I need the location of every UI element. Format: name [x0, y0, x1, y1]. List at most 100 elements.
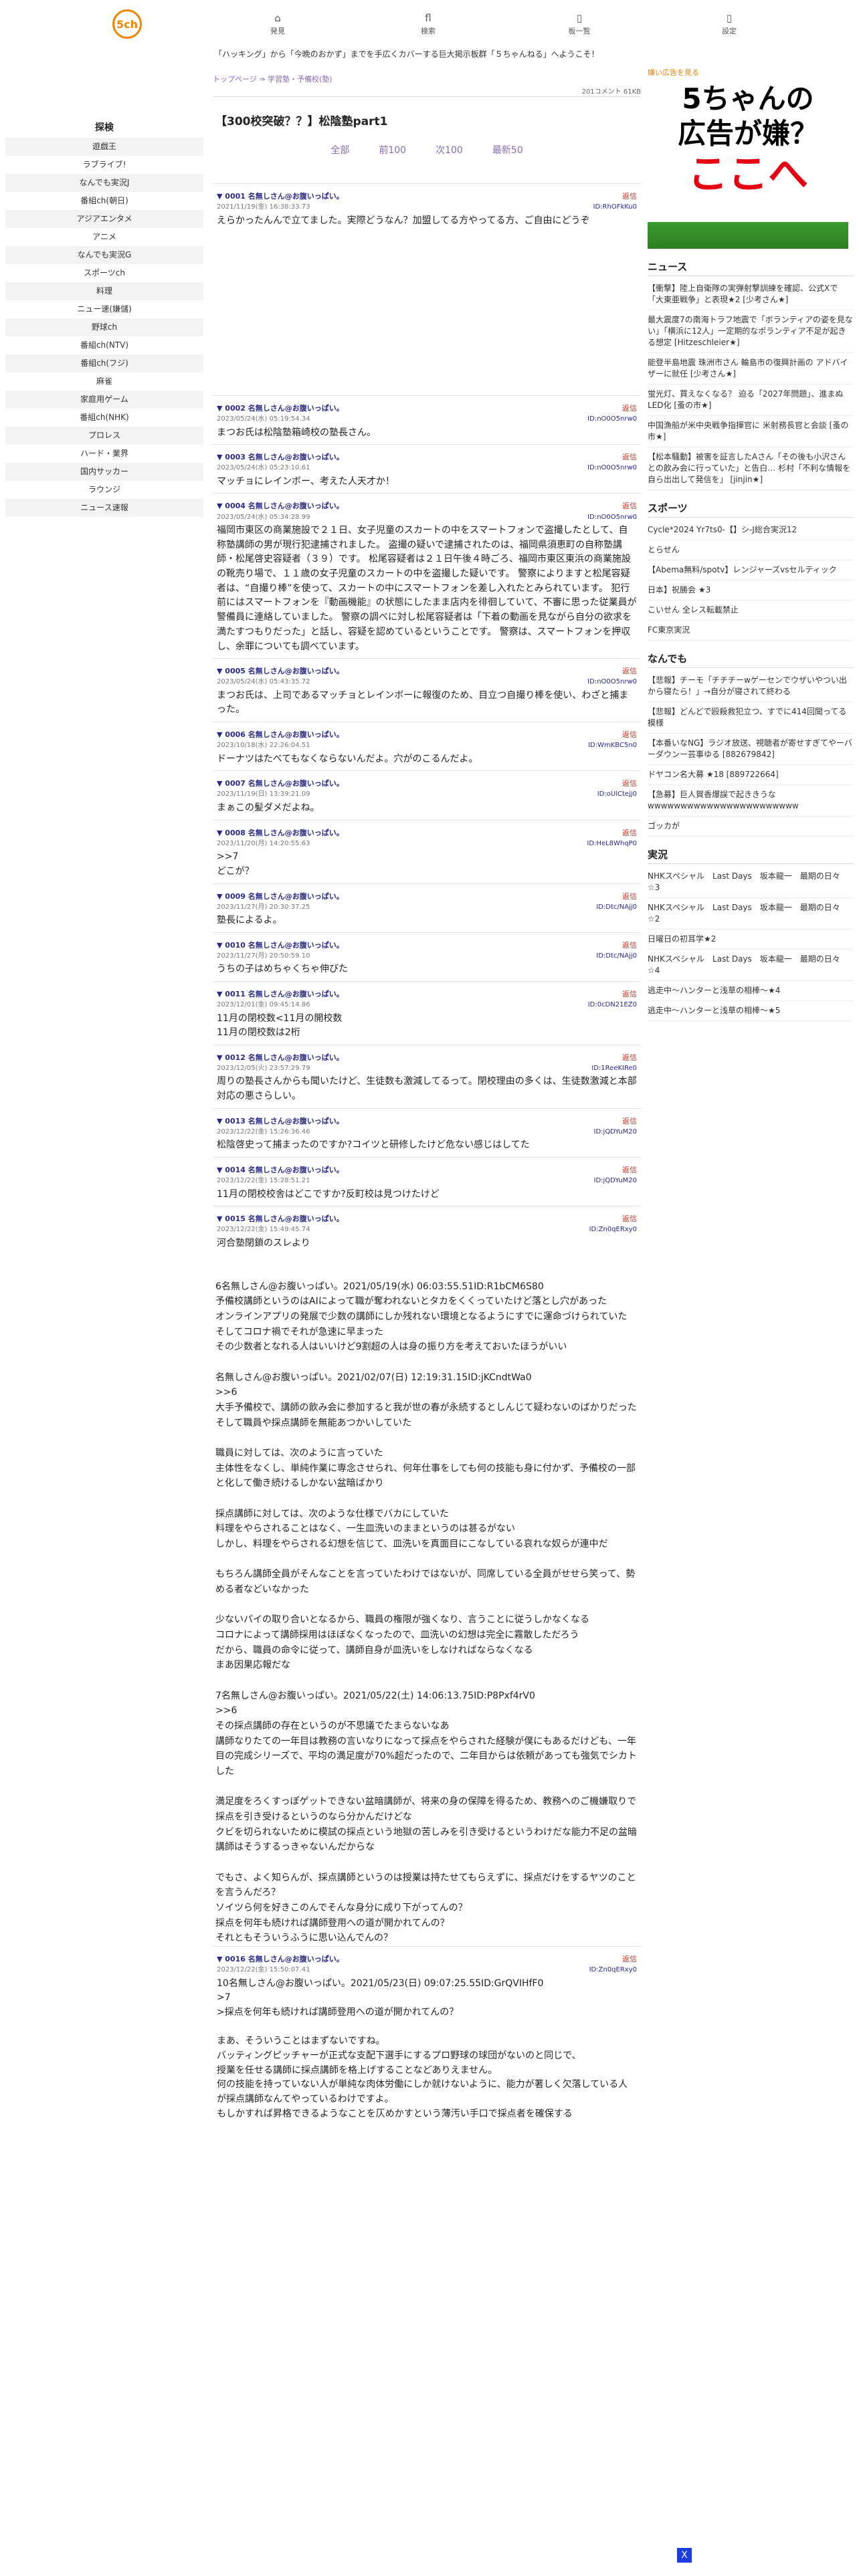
topnav-item-2[interactable]: ▯ 板一覧 — [553, 11, 606, 36]
post-number[interactable]: 0007 — [225, 779, 246, 788]
right-section-item[interactable]: 日曜日の初耳学★2 — [648, 930, 854, 950]
sidebar-item[interactable]: 家庭用ゲーム — [5, 391, 203, 409]
right-section-item[interactable]: NHKスペシャル Last Days 坂本龍一 最期の日々 ☆2 — [648, 898, 854, 930]
sidebar-item[interactable]: ラブライブ! — [5, 156, 203, 174]
sidebar-item[interactable]: アジアエンタメ — [5, 210, 203, 228]
post-number[interactable]: 0006 — [225, 730, 246, 739]
right-section-item[interactable]: 逃走中〜ハンターと浅草の相棒〜★4 — [648, 981, 854, 1001]
post-number[interactable]: 0013 — [225, 1117, 246, 1125]
topnav-item-0[interactable]: ⌂ 発見 — [251, 11, 304, 36]
sidebar-item[interactable]: スポーツch — [5, 264, 203, 282]
sidebar-item[interactable]: 野球ch — [5, 318, 203, 336]
sidebar-item[interactable]: ラウンジ — [5, 481, 203, 499]
sidebar-item[interactable]: 国内サッカー — [5, 463, 203, 481]
reply-link[interactable]: 返信 — [622, 1164, 637, 1176]
sidebar-item[interactable]: ニュー速(嫌儲) — [5, 300, 203, 318]
post-number[interactable]: 0014 — [225, 1166, 246, 1174]
pager-link[interactable]: 前100 — [379, 145, 406, 156]
reply-link[interactable]: 返信 — [622, 891, 637, 902]
post-number[interactable]: 0002 — [225, 404, 246, 413]
sidebar-item[interactable]: アニメ — [5, 228, 203, 246]
right-section-item[interactable]: 逃走中〜ハンターと浅草の相棒〜★5 — [648, 1001, 854, 1021]
post-id[interactable]: ID:oUlCtejj0 — [597, 789, 637, 800]
post-id[interactable]: ID:WmKBC5n0 — [588, 740, 637, 751]
reply-link[interactable]: 返信 — [622, 1953, 637, 1965]
post-number[interactable]: 0004 — [225, 502, 246, 510]
sidebar-item[interactable]: 番組ch(フジ) — [5, 354, 203, 372]
right-section-item[interactable]: 【悲報】どんどで殴殺救犯立つ、すでに414回聞ってる模様 — [648, 702, 854, 734]
right-section-item[interactable]: 日本】祝勝会 ★3 — [648, 580, 854, 601]
sidebar-item[interactable]: なんでも実況J — [5, 174, 203, 192]
pager-link[interactable]: 全部 — [330, 145, 349, 156]
reply-link[interactable]: 返信 — [622, 729, 637, 740]
right-section-item[interactable]: 能登半島地震 珠洲市さん 輪島市の復興計画の アドバイザーに就任 [少考さん★] — [648, 353, 854, 385]
reply-link[interactable]: 返信 — [622, 500, 637, 512]
sidebar-item[interactable]: プロレス — [5, 427, 203, 445]
post-number[interactable]: 0016 — [225, 1955, 246, 1963]
reply-link[interactable]: 返信 — [622, 827, 637, 839]
post-number[interactable]: 0009 — [225, 892, 246, 901]
post-id[interactable]: ID:Zn0qERxy0 — [589, 1965, 637, 1975]
sidebar-item[interactable]: 番組ch(朝日) — [5, 192, 203, 210]
post-id[interactable]: ID:jQDYuM20 — [594, 1127, 637, 1138]
ad-label[interactable]: 嫌い広告を見る — [648, 67, 854, 78]
scroll-top-button[interactable]: X — [677, 2548, 692, 2563]
post-number[interactable]: 0015 — [225, 1214, 246, 1223]
right-section-item[interactable]: 【Abema無料/spotv】レンジャーズvsセルティック — [648, 560, 854, 580]
site-logo[interactable]: 5ch — [112, 9, 142, 39]
reply-link[interactable]: 返信 — [622, 665, 637, 677]
ad-banner[interactable]: 5ちゃんの 広告が嫌？ ここへ — [648, 82, 848, 249]
right-section-item[interactable]: 中国漁船が米中央戦争指揮官に 米射務長官と会談 [蚤の市★] — [648, 416, 854, 447]
right-section-item[interactable]: 蛍光灯、買えなくなる？ 迫る「2027年問題」、進まぬLED化 [蚤の市★] — [648, 385, 854, 416]
reply-link[interactable]: 返信 — [622, 1213, 637, 1224]
post-number[interactable]: 0010 — [225, 941, 246, 950]
right-section-item[interactable]: 【松本騒動】被害を証言したAさん「その後も小沢さんとの飲み会に行っていた」と告白… — [648, 447, 854, 490]
sidebar-item[interactable]: ニュース速報 — [5, 499, 203, 517]
post-id[interactable]: ID:nO0O5nrw0 — [587, 414, 637, 425]
post-id[interactable]: ID:nO0O5nrw0 — [587, 463, 637, 473]
post-id[interactable]: ID:Dtc/NAjj0 — [596, 951, 637, 962]
sidebar-item[interactable]: ハード・業界 — [5, 445, 203, 463]
post-id[interactable]: ID:jQDYuM20 — [594, 1176, 637, 1186]
post-id[interactable]: ID:nO0O5nrw0 — [587, 677, 637, 687]
reply-link[interactable]: 返信 — [622, 1115, 637, 1127]
post-number[interactable]: 0011 — [225, 990, 246, 998]
sidebar-item[interactable]: 料理 — [5, 282, 203, 300]
right-section-item[interactable]: 【急募】巨人賀香爆誤で起ききうなwwwwwwwwwwwwwwwwwwwwwww — [648, 785, 854, 817]
right-section-item[interactable]: NHKスペシャル Last Days 坂本龍一 最期の日々 ☆3 — [648, 867, 854, 898]
reply-link[interactable]: 返信 — [622, 988, 637, 1000]
reply-link[interactable]: 返信 — [622, 940, 637, 951]
right-section-item[interactable]: FC東京実況 — [648, 621, 854, 641]
reply-link[interactable]: 返信 — [622, 191, 637, 202]
post-id[interactable]: ID:1ReeKIRe0 — [591, 1063, 637, 1074]
pager-link[interactable]: 最新50 — [492, 145, 523, 156]
sidebar-item[interactable]: 遊戯王 — [5, 138, 203, 156]
right-section-item[interactable]: ゴッカが — [648, 817, 854, 837]
post-id[interactable]: ID:Zn0qERxy0 — [589, 1224, 637, 1235]
post-id[interactable]: ID:Dtc/NAjj0 — [596, 902, 637, 913]
sidebar-item[interactable]: なんでも実況G — [5, 246, 203, 264]
reply-link[interactable]: 返信 — [622, 778, 637, 789]
sidebar-item[interactable]: 麻雀 — [5, 372, 203, 391]
post-number[interactable]: 0001 — [225, 192, 246, 201]
right-section-item[interactable]: ドヤコン名大募 ★18 [889722664] — [648, 765, 854, 785]
sidebar-item[interactable]: 番組ch(NHK) — [5, 409, 203, 427]
breadcrumb[interactable]: トップページ ⇒ 学習塾・予備校(塾) — [213, 74, 641, 86]
topnav-item-1[interactable]: fl 検索 — [401, 11, 455, 36]
topnav-item-3[interactable]: ▯ 設定 — [702, 11, 756, 36]
reply-link[interactable]: 返信 — [622, 451, 637, 463]
post-number[interactable]: 0008 — [225, 829, 246, 837]
right-section-item[interactable]: Cycle*2024 Yr7ts0-【】シ-J総合実況12 — [648, 520, 854, 540]
post-number[interactable]: 0012 — [225, 1053, 246, 1062]
post-id[interactable]: ID:0cDN21EZ0 — [588, 1000, 637, 1010]
post-number[interactable]: 0003 — [225, 453, 246, 461]
pager-link[interactable]: 次100 — [436, 145, 463, 156]
reply-link[interactable]: 返信 — [622, 403, 637, 414]
right-section-item[interactable]: とらせん — [648, 540, 854, 560]
right-section-item[interactable]: 最大震度7の南海トラフ地震で「ボランティアの姿を見ない」「横浜に12人」一定期的… — [648, 310, 854, 353]
reply-link[interactable]: 返信 — [622, 1052, 637, 1063]
post-number[interactable]: 0005 — [225, 667, 246, 675]
right-section-item[interactable]: 【衝撃】陸上自衛隊の実弾射撃訓練を確認、公式Xで「大東亜戦争」と表現★2 [少考… — [648, 279, 854, 310]
post-id[interactable]: ID:nO0O5nrw0 — [587, 512, 637, 523]
right-section-item[interactable]: NHKスペシャル Last Days 坂本龍一 最期の日々 ☆4 — [648, 950, 854, 981]
